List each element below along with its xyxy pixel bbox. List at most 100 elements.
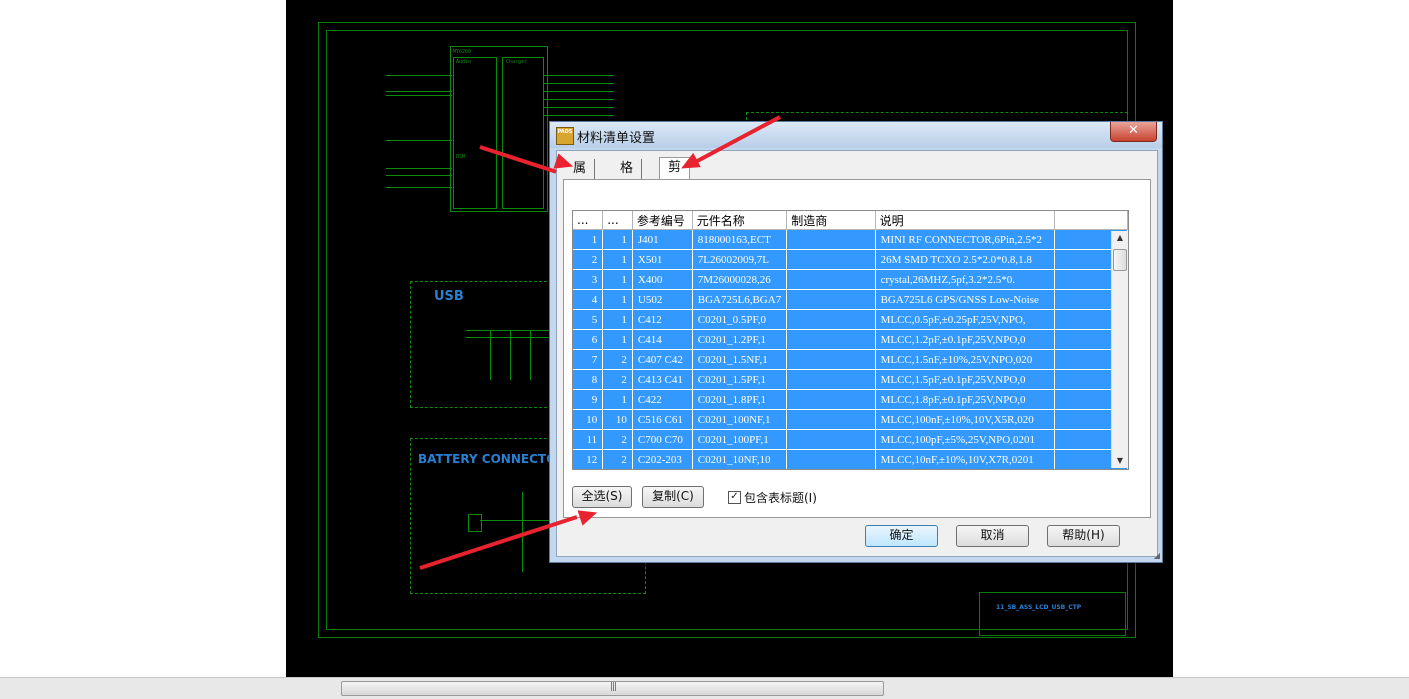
table-cell: 7L26002009,7L — [692, 249, 788, 270]
table-cell: C0201_1.8PF,1 — [692, 389, 788, 410]
bom-table: ... ... 参考编号 元件名称 制造商 说明 1 1 J401 818000163… — [573, 211, 1128, 469]
grid-scroll-thumb[interactable] — [1113, 249, 1127, 271]
scroll-down-icon[interactable]: ▼ — [1115, 456, 1125, 466]
net-wire — [544, 91, 614, 92]
table-cell: C0201_10NF,10 — [692, 449, 788, 469]
table-cell — [786, 249, 876, 270]
column-header[interactable]: ... — [602, 211, 633, 230]
scroll-up-icon[interactable]: ▲ — [1115, 233, 1125, 243]
column-header[interactable]: 元件名称 — [692, 211, 788, 230]
table-cell: 7M26000028,26 — [692, 269, 788, 290]
table-row[interactable]: 8 2 C413 C41 C0201_1.5PF,1 MLCC,1.5pF,±0.1pF… — [573, 369, 1128, 390]
table-cell — [786, 409, 876, 430]
table-row[interactable]: 11 2 C700 C70 C0201_100PF,1 MLCC,100pF,±5%,2… — [573, 429, 1128, 450]
table-cell: C700 C70 — [632, 429, 693, 450]
table-cell: 1 — [602, 249, 633, 270]
table-cell: 1 — [573, 229, 604, 250]
table-row[interactable]: 5 1 C412 C0201_0.5PF,0 MLCC,0.5pF,±0.25pF,25… — [573, 309, 1128, 330]
table-cell: C0201_100PF,1 — [692, 429, 788, 450]
table-row[interactable]: 1 1 J401 818000163,ECT MINI RF CONNECTOR,6Pi… — [573, 229, 1128, 250]
table-cell: C407 C42 — [632, 349, 693, 370]
table-cell: BGA725L6,BGA7 — [692, 289, 788, 310]
table-cell: MLCC,10nF,±10%,10V,X7R,0201 — [875, 449, 1056, 469]
column-header[interactable]: ... — [573, 211, 604, 230]
battery-wire — [480, 520, 550, 521]
table-cell: J401 — [632, 229, 693, 250]
table-cell: 2 — [602, 449, 633, 469]
table-cell — [786, 309, 876, 330]
scrollbar-grip: ||| — [610, 682, 617, 692]
net-wire — [544, 83, 614, 84]
table-cell: 10 — [573, 409, 604, 430]
table-cell: 26M SMD TCXO 2.5*2.0*0.8,1.8 — [875, 249, 1056, 270]
column-header[interactable]: 说明 — [875, 211, 1056, 230]
table-cell — [786, 349, 876, 370]
table-row[interactable]: 3 1 X400 7M26000028,26 crystal,26MHZ,5pf,3.2… — [573, 269, 1128, 290]
net-wire — [544, 107, 614, 108]
table-row[interactable]: 7 2 C407 C42 C0201_1.5NF,1 MLCC,1.5nF,±10%,2… — [573, 349, 1128, 370]
column-header[interactable]: 制造商 — [786, 211, 876, 230]
battery-label: BATTERY CONNECTOR — [418, 452, 566, 466]
table-cell: 2 — [602, 369, 633, 390]
table-cell: C0201_1.2PF,1 — [692, 329, 788, 350]
ok-button[interactable]: 确定 — [865, 525, 938, 547]
usb-label: USB — [434, 289, 464, 304]
horizontal-scrollbar[interactable]: ||| — [0, 677, 1409, 699]
table-cell: 8 — [573, 369, 604, 390]
table-cell: U502 — [632, 289, 693, 310]
table-cell — [786, 229, 876, 250]
table-cell: MLCC,1.5pF,±0.1pF,25V,NPO,0 — [875, 369, 1056, 390]
table-cell: 5 — [573, 309, 604, 330]
table-cell: C202-203 — [632, 449, 693, 469]
select-all-button[interactable]: 全选(S) — [572, 486, 632, 508]
bom-grid[interactable]: ... ... 参考编号 元件名称 制造商 说明 1 1 J401 818000163… — [572, 210, 1129, 470]
table-row[interactable]: 4 1 U502 BGA725L6,BGA7 BGA725L6 GPS/GNSS Low… — [573, 289, 1128, 310]
table-cell: 2 — [602, 429, 633, 450]
table-cell: 3 — [573, 269, 604, 290]
dialog-title: 材料清单设置 — [577, 131, 656, 146]
chip-title: MT6260 — [453, 49, 472, 55]
include-header-checkbox[interactable]: ✓ — [728, 491, 741, 504]
table-cell: MLCC,0.5pF,±0.25pF,25V,NPO, — [875, 309, 1056, 330]
scrollbar-thumb[interactable]: ||| — [341, 681, 884, 696]
table-cell — [786, 449, 876, 469]
table-cell: 12 — [573, 449, 604, 469]
table-cell: C0201_1.5PF,1 — [692, 369, 788, 390]
chip-charger-label: Charger — [506, 59, 528, 65]
table-cell: C0201_100NF,1 — [692, 409, 788, 430]
net-wire — [544, 115, 614, 116]
grid-vertical-scrollbar[interactable]: ▲ ▼ — [1111, 231, 1128, 468]
table-cell: X501 — [632, 249, 693, 270]
net-wire — [386, 140, 452, 141]
column-header[interactable]: 参考编号 — [632, 211, 693, 230]
net-wire — [386, 75, 452, 76]
table-row[interactable]: 10 10 C516 C61 C0201_100NF,1 MLCC,100nF,±10%… — [573, 409, 1128, 430]
right-margin — [1173, 0, 1409, 677]
table-cell: 1 — [602, 269, 633, 290]
column-header-filler — [1054, 211, 1128, 230]
table-row[interactable]: 6 1 C414 C0201_1.2PF,1 MLCC,1.2pF,±0.1pF,25V… — [573, 329, 1128, 350]
include-header-label[interactable]: 包含表标题(I) — [744, 489, 817, 506]
dialog-titlebar[interactable]: PADS 材料清单设置 ✕ — [550, 122, 1162, 148]
table-cell: MLCC,1.8pF,±0.1pF,25V,NPO,0 — [875, 389, 1056, 410]
table-row[interactable]: 12 2 C202-203 C0201_10NF,10 MLCC,10nF,±10%,1… — [573, 449, 1128, 469]
table-row[interactable]: 2 1 X501 7L26002009,7L 26M SMD TCXO 2.5*2.0*… — [573, 249, 1128, 270]
table-cell: C422 — [632, 389, 693, 410]
chip-charger-section — [502, 57, 544, 209]
table-cell: X400 — [632, 269, 693, 290]
table-row[interactable]: 9 1 C422 C0201_1.8PF,1 MLCC,1.8pF,±0.1pF,25V… — [573, 389, 1128, 410]
table-cell: 10 — [602, 409, 633, 430]
table-cell: 9 — [573, 389, 604, 410]
table-cell — [786, 429, 876, 450]
resize-grip-icon[interactable]: ◢ — [1154, 551, 1160, 560]
table-header-row: ... ... 参考编号 元件名称 制造商 说明 — [573, 211, 1128, 230]
cancel-button[interactable]: 取消 — [956, 525, 1029, 547]
table-cell: 6 — [573, 329, 604, 350]
net-wire — [386, 187, 452, 188]
dialog-body: 属性 格式 剪贴板视图 ... ... 参考编号 元件名称 制造商 — [556, 150, 1158, 557]
tab-format[interactable]: 格式 — [612, 159, 643, 196]
close-button[interactable]: ✕ — [1110, 122, 1157, 142]
table-cell: MLCC,1.5nF,±10%,25V,NPO,020 — [875, 349, 1056, 370]
copy-button[interactable]: 复制(C) — [642, 486, 704, 508]
help-button[interactable]: 帮助(H) — [1047, 525, 1120, 547]
